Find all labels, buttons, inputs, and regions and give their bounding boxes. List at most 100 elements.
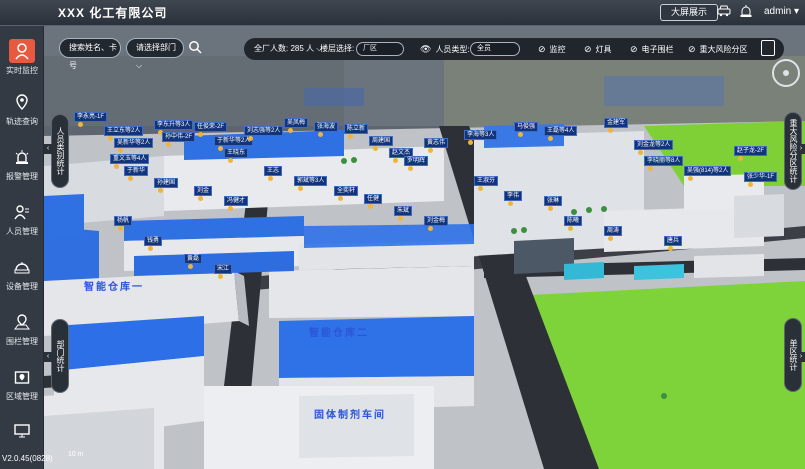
person-location-pin[interactable] xyxy=(166,142,171,147)
sidebar-item-fence[interactable]: 围栏管理 xyxy=(0,307,44,357)
person-location-pin[interactable] xyxy=(198,132,203,137)
toggle-monitor[interactable]: ⊘ 监控 xyxy=(538,38,566,61)
person-location-pin[interactable] xyxy=(338,196,343,201)
person-location-pin[interactable] xyxy=(288,128,293,133)
personnel-category-stats-tab[interactable]: 人员类别统计 xyxy=(51,114,69,188)
personnel-tag[interactable]: 陈曦 xyxy=(564,216,583,226)
person-location-pin[interactable] xyxy=(198,196,203,201)
person-location-pin[interactable] xyxy=(478,186,483,191)
person-location-pin[interactable] xyxy=(298,186,303,191)
personnel-tag[interactable]: 刘志强等2人 xyxy=(244,126,284,136)
person-location-pin[interactable] xyxy=(568,226,573,231)
person-location-pin[interactable] xyxy=(608,128,613,133)
person-location-pin[interactable] xyxy=(738,156,743,161)
map-3d-view[interactable]: 智能仓库一 智能仓库二 固体制剂车间 搜索姓名、卡号 请选择部门 ⌵ 全厂人数:… xyxy=(44,26,805,469)
personnel-tag[interactable]: 王淑芬 xyxy=(474,176,499,186)
personnel-tag[interactable]: 陈立新 xyxy=(344,124,369,134)
personnel-tag[interactable]: 赵子龙-2F xyxy=(734,146,768,156)
personnel-tag[interactable]: 任健 xyxy=(364,194,383,204)
person-type-toggle[interactable]: 👁 人员类型: xyxy=(420,38,470,61)
person-location-pin[interactable] xyxy=(638,150,643,155)
toggle-major-risk-zone[interactable]: ⊘ 重大风险分区 xyxy=(688,38,748,61)
personnel-tag[interactable]: 刘金梅 xyxy=(424,216,449,226)
report-document-icon[interactable] xyxy=(761,40,775,56)
personnel-tag[interactable]: 周建国 xyxy=(369,136,394,146)
personnel-tag[interactable]: 李永亮-1F xyxy=(74,112,108,122)
person-location-pin[interactable] xyxy=(318,132,323,137)
personnel-tag[interactable]: 孙中伟-2F xyxy=(162,132,196,142)
person-location-pin[interactable] xyxy=(148,246,153,251)
personnel-tag[interactable]: 王立东等2人 xyxy=(104,126,144,136)
person-location-pin[interactable] xyxy=(228,158,233,163)
big-screen-button[interactable]: 大屏展示 xyxy=(660,4,718,21)
personnel-tag[interactable]: 重文玉等4人 xyxy=(110,154,150,164)
personnel-tag[interactable]: 吴强(814)等2人 xyxy=(684,166,732,176)
toggle-lamp[interactable]: ⊘ 灯具 xyxy=(584,38,612,61)
sidebar-item-alarm[interactable]: 报警管理 xyxy=(0,142,44,192)
person-location-pin[interactable] xyxy=(688,176,693,181)
person-location-pin[interactable] xyxy=(393,158,398,163)
person-location-pin[interactable] xyxy=(398,216,403,221)
person-location-pin[interactable] xyxy=(248,136,253,141)
person-location-pin[interactable] xyxy=(428,148,433,153)
personnel-tag[interactable]: 吴凤梅 xyxy=(284,118,309,128)
person-location-pin[interactable] xyxy=(114,164,119,169)
department-stats-tab[interactable]: 部门统计 xyxy=(51,319,69,393)
sidebar-item-realtime-monitor[interactable]: 实时监控 xyxy=(0,32,44,82)
person-location-pin[interactable] xyxy=(508,201,513,206)
personnel-tag[interactable]: 李伟 xyxy=(504,191,523,201)
personnel-tag[interactable]: 张海波 xyxy=(314,122,339,132)
compass-icon[interactable] xyxy=(772,59,800,87)
person-location-pin[interactable] xyxy=(518,132,523,137)
search-input[interactable]: 搜索姓名、卡号 xyxy=(59,38,121,70)
sidebar-item-track-query[interactable]: 轨迹查询 xyxy=(0,87,44,137)
personnel-tag[interactable]: 于新华 xyxy=(124,166,149,176)
person-location-pin[interactable] xyxy=(188,264,193,269)
personnel-tag[interactable]: 郭斌等3人 xyxy=(294,176,328,186)
person-location-pin[interactable] xyxy=(548,206,553,211)
personnel-tag[interactable]: 钱勇 xyxy=(144,236,163,246)
person-location-pin[interactable] xyxy=(408,166,413,171)
sidebar-item-personnel[interactable]: 人员管理 xyxy=(0,197,44,247)
chevron-right-icon[interactable]: › xyxy=(797,352,805,362)
sidebar-item-device[interactable]: 设备管理 xyxy=(0,252,44,302)
personnel-tag[interactable]: 王磊等4人 xyxy=(544,126,578,136)
personnel-tag[interactable]: 马俊强 xyxy=(514,122,539,132)
personnel-tag[interactable]: 张少华-1F xyxy=(744,172,778,182)
person-type-select[interactable]: 全员 xyxy=(470,42,520,56)
user-menu[interactable]: admin ▾ xyxy=(764,6,799,17)
personnel-tag[interactable]: 金建军 xyxy=(604,118,629,128)
personnel-tag[interactable]: 周涛 xyxy=(604,226,623,236)
personnel-tag[interactable]: 李东升等3人 xyxy=(154,120,194,130)
person-location-pin[interactable] xyxy=(158,188,163,193)
department-select[interactable]: 请选择部门 ⌵ xyxy=(126,38,184,70)
personnel-tag[interactable]: 黄志伟 xyxy=(424,138,449,148)
personnel-tag[interactable]: 宋江 xyxy=(214,264,233,274)
chevron-right-icon[interactable]: › xyxy=(797,144,805,154)
personnel-tag[interactable]: 张琳 xyxy=(544,196,563,206)
personnel-tag[interactable]: 王志 xyxy=(264,166,283,176)
person-location-pin[interactable] xyxy=(348,134,353,139)
personnel-tag[interactable]: 王晓东 xyxy=(224,148,249,158)
floor-select[interactable]: 厂区 xyxy=(356,42,404,56)
person-location-pin[interactable] xyxy=(548,136,553,141)
search-icon[interactable] xyxy=(188,40,202,59)
personnel-tag[interactable]: 黄磊 xyxy=(184,254,203,264)
personnel-tag[interactable]: 孙建国 xyxy=(154,178,179,188)
person-location-pin[interactable] xyxy=(218,274,223,279)
chevron-left-icon[interactable]: ‹ xyxy=(44,144,52,154)
sidebar-item-area[interactable]: 区域管理 xyxy=(0,362,44,412)
person-location-pin[interactable] xyxy=(648,166,653,171)
person-location-pin[interactable] xyxy=(368,204,373,209)
person-location-pin[interactable] xyxy=(78,122,83,127)
personnel-tag[interactable]: 冯健才 xyxy=(224,196,249,206)
building-label[interactable]: 固体制剂车间 xyxy=(314,406,386,421)
personnel-tag[interactable]: 李晓丽等8人 xyxy=(644,156,684,166)
total-headcount[interactable]: 全厂人数: 285 人 ⌵ xyxy=(254,38,322,60)
person-location-pin[interactable] xyxy=(268,176,273,181)
personnel-tag[interactable]: 全奕轩 xyxy=(334,186,359,196)
personnel-tag[interactable]: 刘金 xyxy=(194,186,213,196)
person-location-pin[interactable] xyxy=(668,246,673,251)
building-label[interactable]: 智能仓库一 xyxy=(84,278,144,293)
personnel-tag[interactable]: 吴新华等2人 xyxy=(114,138,154,148)
